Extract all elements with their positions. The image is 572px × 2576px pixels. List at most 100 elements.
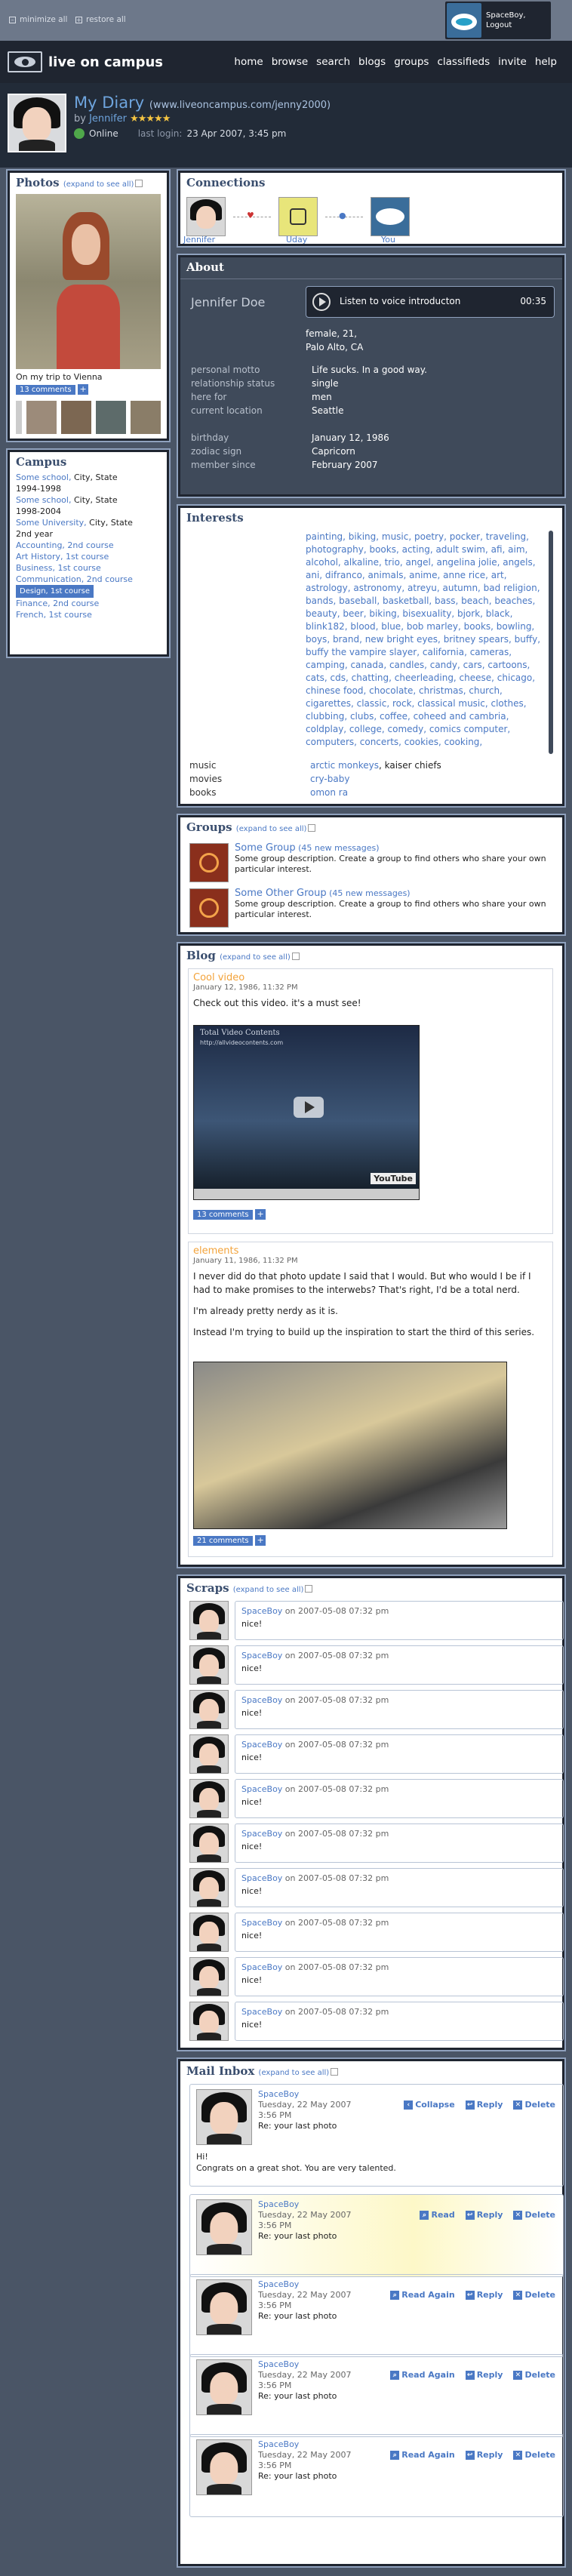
- video-player[interactable]: Total Video Contents http://allvideocont…: [193, 1025, 420, 1200]
- avatar[interactable]: [278, 197, 318, 236]
- scrap-author-link[interactable]: SpaceBoy: [241, 2007, 282, 2017]
- nav-help[interactable]: help: [535, 56, 557, 68]
- group-icon[interactable]: [189, 843, 229, 882]
- course-link[interactable]: French, 1st course: [16, 609, 161, 620]
- photo-thumb[interactable]: [61, 401, 91, 434]
- scrap-author-link[interactable]: SpaceBoy: [241, 1695, 282, 1705]
- course-link[interactable]: Accounting, 2nd course: [16, 540, 161, 551]
- avatar[interactable]: [189, 1868, 229, 1907]
- avatar[interactable]: [189, 1824, 229, 1863]
- scrap-author-link[interactable]: SpaceBoy: [241, 1740, 282, 1750]
- comments-button[interactable]: 21 comments: [193, 1536, 253, 1546]
- add-comment-button[interactable]: +: [255, 1535, 266, 1546]
- restore-all-button[interactable]: + restore all: [75, 15, 126, 24]
- avatar[interactable]: [189, 1690, 229, 1729]
- nav-invite[interactable]: invite: [498, 56, 527, 68]
- nav-classifieds[interactable]: classifieds: [437, 56, 490, 68]
- photo-thumb[interactable]: [26, 401, 57, 434]
- comments-button[interactable]: 13 comments: [16, 385, 75, 395]
- read-again-button[interactable]: ⌕ Read Again: [390, 2290, 455, 2300]
- close-icon[interactable]: [308, 824, 316, 832]
- blog-expand-link[interactable]: (expand to see all): [220, 953, 291, 962]
- read-again-button[interactable]: ⌕ Read Again: [390, 2450, 455, 2460]
- mail-item[interactable]: SpaceBoy Tuesday, 22 May 2007 3:56 PM Re: y…: [189, 2084, 564, 2187]
- mail-item[interactable]: SpaceBoy Tuesday, 22 May 2007 3:56 PM Re: y…: [189, 2274, 564, 2357]
- author-link[interactable]: Jennifer: [89, 113, 127, 125]
- sender-link[interactable]: SpaceBoy: [258, 2279, 351, 2290]
- scrap-author-link[interactable]: SpaceBoy: [241, 1829, 282, 1839]
- read-again-button[interactable]: ⌕ Read Again: [390, 2370, 455, 2380]
- interest-link[interactable]: cry-baby: [310, 772, 349, 786]
- main-photo[interactable]: [16, 194, 161, 369]
- close-icon[interactable]: [331, 2068, 339, 2076]
- photo-thumb[interactable]: [96, 401, 126, 434]
- mail-item[interactable]: SpaceBoy Tuesday, 22 May 2007 3:56 PM Re: y…: [189, 2194, 564, 2277]
- logout-link[interactable]: Logout: [486, 20, 526, 30]
- avatar[interactable]: [189, 1779, 229, 1818]
- avatar[interactable]: [196, 2359, 252, 2415]
- close-icon[interactable]: [291, 953, 300, 960]
- avatar[interactable]: [196, 2089, 252, 2145]
- school-link[interactable]: Some University,: [16, 518, 87, 528]
- nav-home[interactable]: home: [234, 56, 263, 68]
- course-link[interactable]: Finance, 2nd course: [16, 598, 161, 609]
- read-button[interactable]: ⌕ Read: [420, 2210, 455, 2220]
- course-link[interactable]: Communication, 2nd course: [16, 574, 161, 585]
- play-icon[interactable]: [294, 1097, 324, 1118]
- reply-button[interactable]: ↩ Reply: [465, 2100, 503, 2110]
- close-icon[interactable]: [135, 180, 143, 187]
- delete-button[interactable]: ✕ Delete: [513, 2450, 555, 2460]
- post-title[interactable]: elements: [193, 1245, 548, 1257]
- nav-search[interactable]: search: [316, 56, 350, 68]
- scrap-author-link[interactable]: SpaceBoy: [241, 1962, 282, 1972]
- voice-intro-player[interactable]: Listen to voice introducton 00:35: [306, 286, 555, 318]
- interest-link[interactable]: omon ra: [310, 786, 348, 799]
- group-link[interactable]: Some Group: [235, 842, 296, 854]
- inbox-expand-link[interactable]: (expand to see all): [259, 2069, 330, 2077]
- avatar[interactable]: [189, 2002, 229, 2041]
- reply-button[interactable]: ↩ Reply: [465, 2450, 503, 2460]
- school-link[interactable]: Some school,: [16, 495, 71, 505]
- nav-groups[interactable]: groups: [394, 56, 429, 68]
- group-link[interactable]: Some Other Group: [235, 888, 327, 899]
- post-title[interactable]: Cool video: [193, 972, 548, 983]
- sender-link[interactable]: SpaceBoy: [258, 2359, 351, 2370]
- scrap-author-link[interactable]: SpaceBoy: [241, 1784, 282, 1794]
- connection-link[interactable]: Uday: [286, 235, 307, 245]
- scrap-author-link[interactable]: SpaceBoy: [241, 1651, 282, 1660]
- avatar[interactable]: [196, 2199, 252, 2255]
- avatar[interactable]: [186, 197, 226, 236]
- profile-url[interactable]: (www.liveoncampus.com/jenny2000): [149, 100, 331, 111]
- mail-item[interactable]: SpaceBoy Tuesday, 22 May 2007 3:56 PM Re: y…: [189, 2354, 564, 2437]
- connection-link[interactable]: You: [381, 235, 395, 245]
- delete-button[interactable]: ✕ Delete: [513, 2290, 555, 2300]
- sender-link[interactable]: SpaceBoy: [258, 2089, 351, 2100]
- avatar[interactable]: [189, 1913, 229, 1952]
- post-image[interactable]: [193, 1362, 507, 1529]
- reply-button[interactable]: ↩ Reply: [465, 2370, 503, 2380]
- avatar[interactable]: [371, 197, 410, 236]
- reply-button[interactable]: ↩ Reply: [465, 2210, 503, 2220]
- delete-button[interactable]: ✕ Delete: [513, 2100, 555, 2110]
- comments-button[interactable]: 13 comments: [193, 1210, 253, 1220]
- avatar[interactable]: [189, 1734, 229, 1774]
- avatar[interactable]: [189, 1645, 229, 1685]
- delete-button[interactable]: ✕ Delete: [513, 2210, 555, 2220]
- groups-expand-link[interactable]: (expand to see all): [236, 825, 307, 833]
- scraps-expand-link[interactable]: (expand to see all): [233, 1586, 304, 1594]
- interest-link[interactable]: arctic monkeys: [310, 759, 379, 772]
- logo[interactable]: live on campus: [8, 51, 163, 72]
- school-link[interactable]: Some school,: [16, 472, 71, 482]
- add-comment-button[interactable]: +: [255, 1209, 266, 1220]
- course-link[interactable]: Business, 1st course: [16, 562, 161, 574]
- minimize-all-button[interactable]: – minimize all: [9, 15, 67, 24]
- avatar[interactable]: [196, 2279, 252, 2335]
- collapse-button[interactable]: ‹ Collapse: [404, 2100, 455, 2110]
- course-link-selected[interactable]: Design, 1st course: [16, 585, 94, 598]
- reply-button[interactable]: ↩ Reply: [465, 2290, 503, 2300]
- nav-browse[interactable]: browse: [272, 56, 308, 68]
- avatar[interactable]: [189, 1957, 229, 1996]
- group-icon[interactable]: [189, 888, 229, 928]
- avatar[interactable]: [189, 1601, 229, 1640]
- mail-item[interactable]: SpaceBoy Tuesday, 22 May 2007 3:56 PM Re: y…: [189, 2434, 564, 2517]
